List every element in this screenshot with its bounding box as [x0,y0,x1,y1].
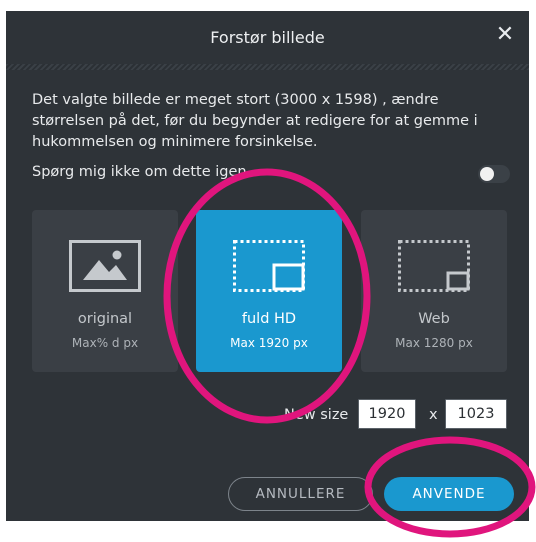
option-full-hd-label: fuld HD [241,311,297,327]
option-full-hd-sub: Max 1920 px [230,336,308,350]
apply-button[interactable]: ANVENDE [384,477,514,511]
width-input[interactable] [358,399,416,429]
size-separator: x [429,407,438,423]
resize-large-icon [233,240,305,292]
dont-ask-toggle[interactable] [478,165,510,183]
option-web-label: Web [418,311,450,327]
option-web[interactable]: Web Max 1280 px [361,210,507,372]
dont-ask-label: Spørg mig ikke om dette igen [32,164,247,180]
option-original-sub: Max% d px [71,336,139,350]
dialog-header: Forstør billede ✕ [6,11,529,64]
height-input[interactable] [445,399,507,429]
option-original[interactable]: original Max% d px [32,210,178,372]
option-original-label: original [77,311,133,327]
header-divider [6,64,529,70]
close-icon[interactable]: ✕ [495,24,515,46]
dialog-message: Det valgte billede er meget stort (3000 … [32,92,478,150]
resize-small-icon [398,240,470,292]
option-web-sub: Max 1280 px [395,336,473,350]
option-full-hd[interactable]: fuld HD Max 1920 px [196,210,342,372]
new-size-label: New size [284,407,349,423]
dont-ask-row: Spørg mig ikke om dette igen [32,162,512,186]
resize-dialog: Forstør billede ✕ Det valgte billede er … [6,11,529,521]
cancel-button[interactable]: ANNULLERE [228,477,373,511]
toggle-knob [480,167,494,181]
dialog-title: Forstør billede [210,28,325,47]
image-icon [69,240,141,292]
